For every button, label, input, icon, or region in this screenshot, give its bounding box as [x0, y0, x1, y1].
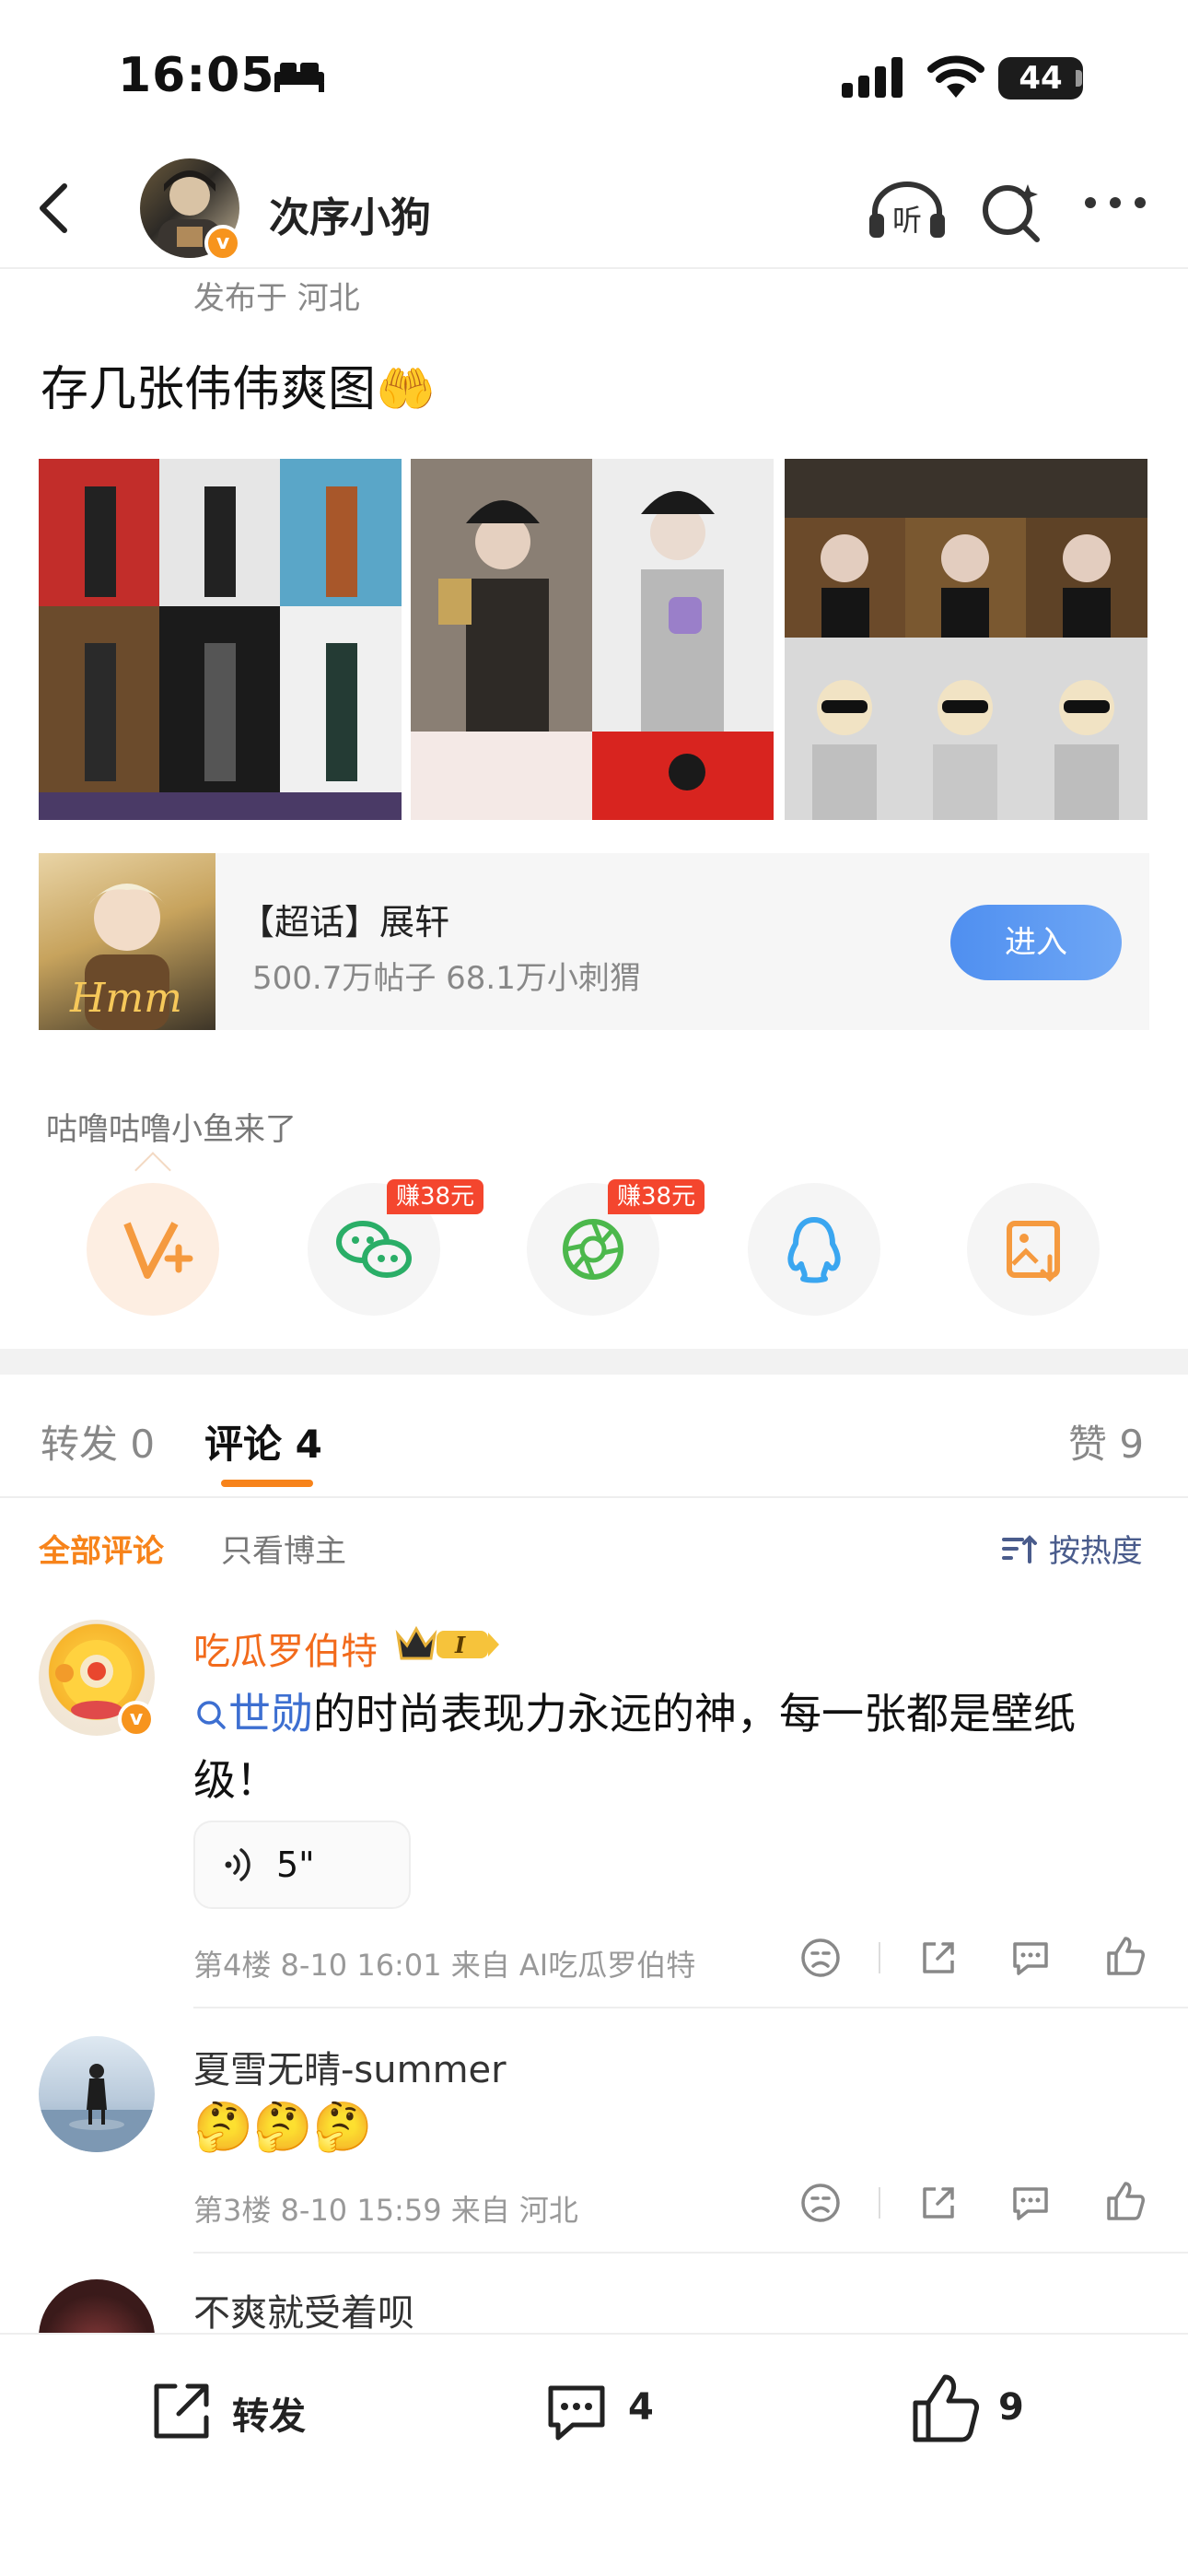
repost-icon[interactable]: [144, 2375, 217, 2449]
tab-comment[interactable]: 评论 4: [204, 1413, 322, 1469]
tab-repost[interactable]: 转发 0: [41, 1413, 155, 1469]
share-v-plus-button[interactable]: [87, 1183, 219, 1316]
supertopic-image-text: Hmm: [69, 975, 182, 1022]
commenter-avatar-2: [39, 2064, 155, 2152]
tab-active-indicator: [221, 1480, 313, 1487]
sort-label: 按热度: [1048, 1533, 1143, 1570]
post-text-content: 存几张伟伟爽图: [41, 362, 377, 417]
qq-icon: [787, 1217, 841, 1283]
back-icon[interactable]: [28, 181, 83, 236]
bottom-action-bar: [0, 2333, 1188, 2576]
comment-body: 的时尚表现力永远的神，每一张都是壁纸级！: [193, 1689, 1076, 1805]
verified-badge: v: [118, 1701, 155, 1738]
sort-by-hot[interactable]: 按热度: [1002, 1526, 1143, 1571]
listen-label: 听: [892, 203, 922, 238]
supertopic-image: Hmm: [39, 853, 215, 1030]
post-image-2[interactable]: [411, 459, 774, 820]
comment-divider: [193, 2252, 1188, 2254]
publish-location: 发布于 河北: [193, 280, 360, 317]
collage-image-2: [411, 459, 774, 820]
verified-badge: v: [204, 225, 241, 262]
svg-text:I: I: [454, 1632, 466, 1658]
comment-count[interactable]: 4: [628, 2386, 654, 2429]
hands-emoji: 🤲: [376, 362, 436, 417]
collage-image-1: [39, 459, 402, 820]
status-time: 16:05: [118, 48, 275, 103]
like-thumb-icon[interactable]: [1101, 2178, 1147, 2224]
headphones-listen-icon[interactable]: 听: [868, 181, 947, 240]
supertopic-cover: Hmm: [69, 884, 182, 1030]
share-title: 咕噜咕噜小鱼来了: [46, 1111, 297, 1148]
cellular-signal-icon: [842, 57, 903, 98]
voice-wave-icon: [225, 1848, 250, 1881]
share-icon[interactable]: [915, 2180, 961, 2226]
battery-tip: [1076, 70, 1082, 87]
sleep-mode-icon: [274, 63, 324, 92]
supertopic-title: 【超话】展轩: [239, 902, 450, 943]
wechat-earn-badge: 赚38元: [387, 1179, 484, 1214]
reply-icon[interactable]: [1007, 1935, 1054, 1981]
comment-icon[interactable]: [540, 2375, 613, 2449]
filter-all-comments[interactable]: 全部评论: [39, 1526, 164, 1571]
like-count[interactable]: 9: [998, 2386, 1024, 2429]
commenter-name[interactable]: 吃瓜罗伯特: [193, 1622, 378, 1675]
battery-indicator: 44: [998, 57, 1083, 100]
dislike-face-icon[interactable]: [798, 1935, 844, 1981]
comment-divider: [193, 2007, 1188, 2008]
comment-avatar[interactable]: [39, 2036, 155, 2152]
post-image-3[interactable]: [785, 459, 1147, 820]
wifi-icon: [927, 55, 984, 98]
enter-supertopic-button[interactable]: 进入: [950, 905, 1122, 980]
post-text: 存几张伟伟爽图🤲: [41, 350, 436, 419]
member-crown-icon: I: [395, 1625, 499, 1660]
share-qq-button[interactable]: [748, 1183, 880, 1316]
comment-emojis: 🤔🤔🤔: [193, 2100, 373, 2155]
section-divider: [0, 1349, 1188, 1375]
topic-link[interactable]: 世勋: [228, 1689, 313, 1739]
filter-owner-only[interactable]: 只看博主: [221, 1526, 346, 1571]
dislike-face-icon[interactable]: [798, 2180, 844, 2226]
comment-text: 世勋的时尚表现力永远的神，每一张都是壁纸级！: [193, 1680, 1133, 1813]
action-separator: [879, 2187, 880, 2219]
post-image-1[interactable]: [39, 459, 402, 820]
search-sparkle-icon[interactable]: [980, 181, 1044, 245]
moments-earn-badge: 赚38元: [608, 1179, 705, 1214]
like-icon[interactable]: [906, 2370, 984, 2447]
save-image-button[interactable]: [967, 1183, 1100, 1316]
share-icon[interactable]: [915, 1935, 961, 1981]
sort-icon: [1002, 1535, 1037, 1563]
voice-duration: 5": [276, 1844, 315, 1885]
v-plus-icon: [123, 1222, 193, 1279]
author-name[interactable]: 次序小狗: [269, 184, 431, 243]
action-separator: [879, 1942, 880, 1973]
commenter-name[interactable]: 不爽就受着呗: [193, 2283, 414, 2336]
tab-like[interactable]: 赞 9: [1068, 1413, 1144, 1469]
commenter-name[interactable]: 夏雪无晴-summer: [193, 2040, 507, 2093]
more-dots-icon[interactable]: [1083, 193, 1147, 212]
repost-button[interactable]: 转发: [232, 2386, 306, 2440]
comment-meta: 第4楼 8-10 16:01 来自 AI吃瓜罗伯特: [193, 1948, 696, 1983]
reply-icon[interactable]: [1007, 2180, 1054, 2226]
save-image-icon: [1007, 1221, 1060, 1282]
collage-image-3: [785, 459, 1147, 820]
tabs-divider: [0, 1496, 1188, 1498]
supertopic-stats: 500.7万帖子 68.1万小刺猬: [252, 960, 641, 997]
comment-meta: 第3楼 8-10 15:59 来自 河北: [193, 2193, 578, 2228]
like-thumb-icon[interactable]: [1101, 1933, 1147, 1979]
topic-search-icon: [197, 1701, 226, 1729]
